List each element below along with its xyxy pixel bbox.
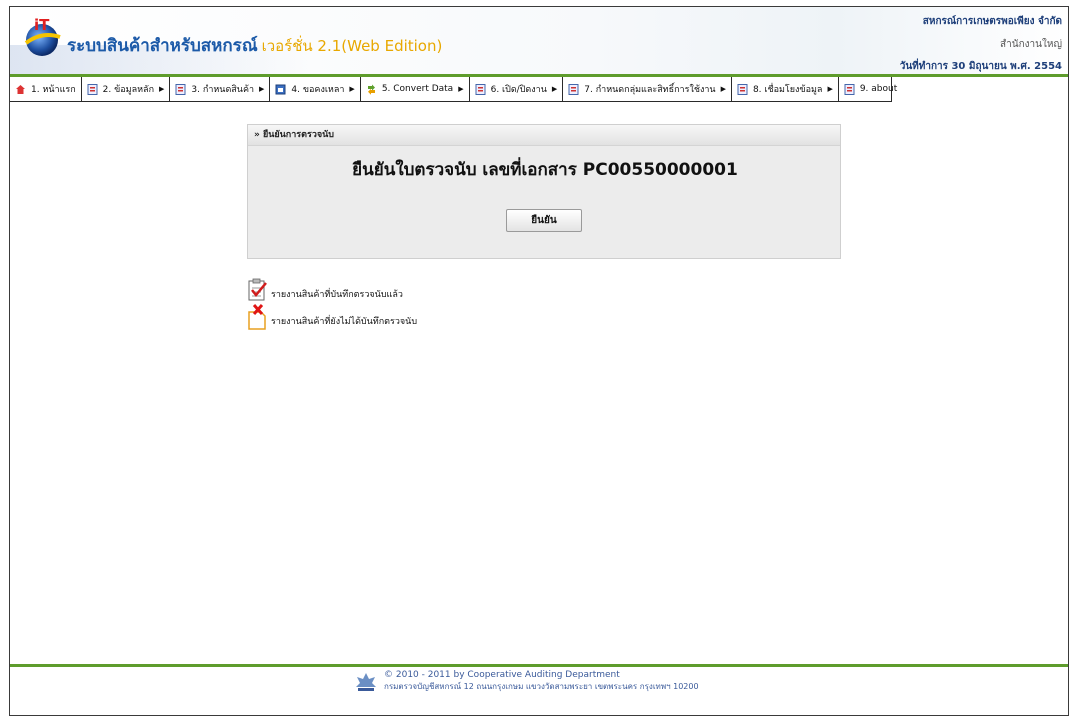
app-version: เวอร์ชั่น 2.1(Web Edition) (261, 37, 443, 55)
footer-copyright: © 2010 - 2011 by Cooperative Auditing De… (384, 670, 620, 680)
submenu-arrow-icon: ▶ (458, 85, 464, 93)
menu-item-label: 2. ข้อมูลหลัก (102, 85, 155, 95)
branch-name: สำนักงานใหญ่ (1000, 39, 1062, 50)
home-icon (15, 84, 26, 95)
calendar-icon (275, 84, 286, 95)
menu-item-5[interactable]: 5. Convert Data ▶ (361, 76, 470, 102)
checklist-icon (248, 278, 267, 301)
submenu-arrow-icon: ▶ (349, 85, 355, 93)
form-icon (737, 83, 748, 95)
menu-item-label: 9. about (859, 84, 898, 94)
report-link-not-counted[interactable]: รายงานสินค้าที่ยังไม่ได้บันทึกตรวจนับ (247, 304, 417, 330)
main-menu-bar: 1. หน้าแรก 2. ข้อมูลหลัก ▶ 3. กำหนดสินค้า ▶ 4… (10, 74, 1068, 103)
submenu-arrow-icon: ▶ (827, 85, 833, 93)
svg-text:iT: iT (34, 16, 50, 34)
convert-icon (366, 84, 377, 95)
menu-item-label: 8. เชื่อมโยงข้อมูล (752, 85, 823, 95)
submenu-arrow-icon: ▶ (551, 85, 558, 93)
menu-item-label: 7. กำหนดกลุ่มและสิทธิ์การใช้งาน (584, 85, 716, 95)
submenu-arrow-icon: ▶ (159, 85, 165, 93)
app-window: iT ระบบสินค้าสำหรับสหกรณ์ เวอร์ชั่น 2.1(W… (9, 6, 1069, 716)
report-label[interactable]: รายงานสินค้าที่ยังไม่ได้บันทึกตรวจนับ (271, 314, 417, 330)
menu-item-label: 6. เปิด/ปิดงาน (490, 85, 547, 95)
panel-header: » ยืนยันการตรวจนับ (248, 125, 840, 146)
confirm-count-panel: » ยืนยันการตรวจนับ ยืนยันใบตรวจนับ เลขที… (247, 124, 841, 259)
submenu-arrow-icon: ▶ (259, 85, 265, 93)
app-title-text: ระบบสินค้าสำหรับสหกรณ์ (67, 36, 258, 56)
main-menu: 1. หน้าแรก 2. ข้อมูลหลัก ▶ 3. กำหนดสินค้า ▶ 4… (10, 76, 897, 102)
form-icon (475, 83, 486, 95)
document-x-icon (248, 304, 266, 330)
footer-text: © 2010 - 2011 by Cooperative Auditing De… (384, 670, 699, 693)
form-icon (844, 83, 855, 95)
menu-item-6[interactable]: 6. เปิด/ปิดงาน ▶ (470, 76, 564, 102)
form-icon (175, 83, 186, 95)
panel-title: ยืนยันใบตรวจนับ เลขที่เอกสาร PC005500000… (352, 160, 738, 180)
confirm-button[interactable]: ยืนยัน (506, 209, 582, 232)
menu-item-8[interactable]: 8. เชื่อมโยงข้อมูล ▶ (732, 76, 839, 102)
it-globe-logo-icon: iT (24, 16, 61, 56)
submenu-arrow-icon: ▶ (720, 85, 726, 93)
menu-item-2[interactable]: 2. ข้อมูลหลัก ▶ (82, 76, 171, 102)
menu-item-3[interactable]: 3. กำหนดสินค้า ▶ (170, 76, 271, 102)
organization-name: สหกรณ์การเกษตรพอเพียง จำกัด (922, 16, 1062, 27)
menu-item-7[interactable]: 7. กำหนดกลุ่มและสิทธิ์การใช้งาน ▶ (563, 76, 732, 102)
menu-item-label: 5. Convert Data (381, 84, 454, 94)
footer-divider (10, 664, 1068, 667)
working-date: วันที่ทำการ 30 มิถุนายน พ.ศ. 2554 (899, 61, 1062, 72)
menu-item-label: 3. กำหนดสินค้า (191, 85, 255, 95)
form-icon (568, 83, 579, 95)
menu-item-4[interactable]: 4. ขอคงเหลา ▶ (270, 76, 361, 102)
footer: © 2010 - 2011 by Cooperative Auditing De… (354, 670, 699, 693)
footer-address: กรมตรวจบัญชีสหกรณ์ 12 ถนนกรุงเกษม แขวงวั… (384, 682, 699, 691)
menu-item-1[interactable]: 1. หน้าแรก (10, 76, 82, 102)
report-label[interactable]: รายงานสินค้าที่บันทึกตรวจนับแล้ว (271, 287, 403, 303)
app-title: ระบบสินค้าสำหรับสหกรณ์ เวอร์ชั่น 2.1(Web … (67, 32, 442, 59)
report-link-counted[interactable]: รายงานสินค้าที่บันทึกตรวจนับแล้ว (247, 277, 403, 303)
form-icon (87, 83, 98, 95)
department-emblem-icon (356, 672, 376, 691)
menu-item-9[interactable]: 9. about (839, 77, 902, 102)
app-header: iT ระบบสินค้าสำหรับสหกรณ์ เวอร์ชั่น 2.1(W… (10, 7, 1068, 74)
menu-item-label: 1. หน้าแรก (31, 85, 76, 95)
menu-item-label: 4. ขอคงเหลา (291, 85, 345, 95)
